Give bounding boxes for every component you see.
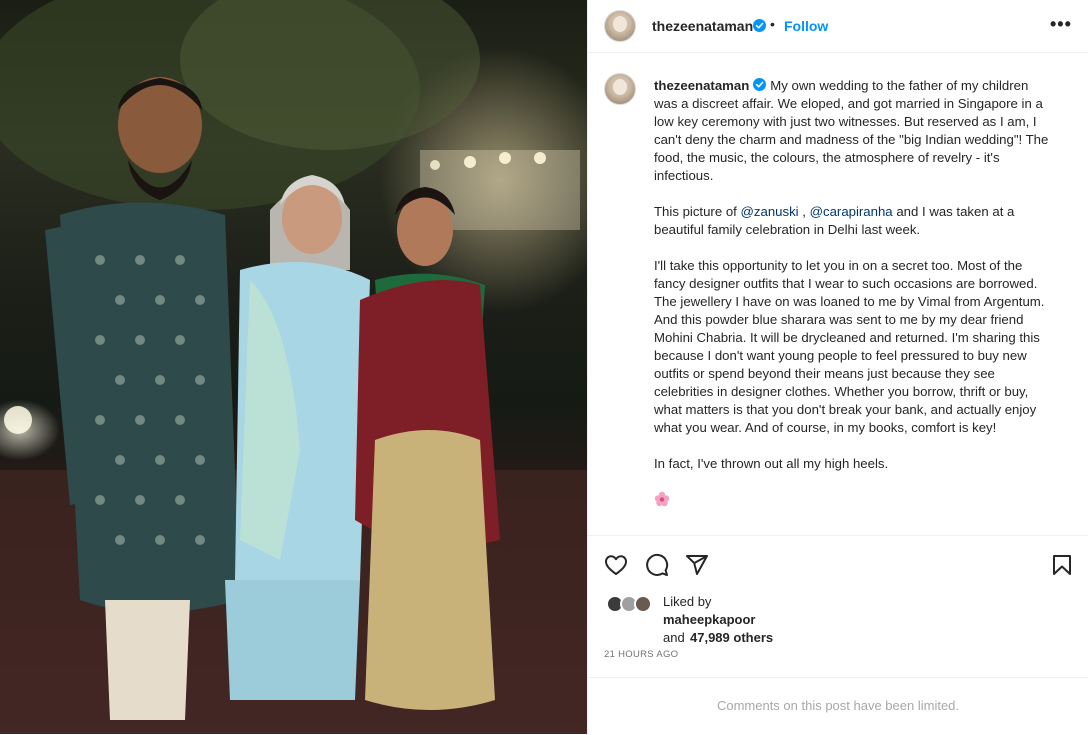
comment-icon[interactable] — [645, 553, 669, 577]
caption-paragraph-1: thezeenataman My own wedding to the fathe… — [654, 77, 1054, 185]
caption-text: This picture of — [654, 204, 741, 219]
header-username[interactable]: thezeenataman — [652, 18, 753, 34]
caption-paragraph-2: This picture of @zanuski , @carapiranha … — [654, 203, 1054, 239]
likes-count[interactable]: 47,989 others — [690, 630, 773, 645]
mention-link[interactable]: @carapiranha — [810, 204, 893, 219]
post-timestamp[interactable]: 21 HOURS AGO — [604, 649, 678, 660]
more-options-icon[interactable]: ••• — [1050, 14, 1072, 35]
action-bar — [588, 535, 1088, 596]
liker-avatars[interactable] — [606, 595, 652, 615]
comments-limited-notice: Comments on this post have been limited. — [716, 698, 960, 713]
liked-by-label: Liked by — [663, 594, 712, 609]
heart-icon[interactable] — [604, 553, 628, 577]
bookmark-icon[interactable] — [1050, 553, 1074, 577]
post-caption: thezeenataman My own wedding to the fathe… — [654, 77, 1054, 512]
likes-section: Liked by maheepkapoor and 47,989 others — [588, 590, 1088, 650]
caption-paragraph-4: In fact, I've thrown out all my high hee… — [654, 456, 889, 471]
header-separator: • — [770, 16, 775, 32]
share-icon[interactable] — [685, 553, 709, 577]
caption-area: thezeenataman My own wedding to the fathe… — [588, 53, 1088, 535]
instagram-post-modal: thezeenataman • Follow ••• thezeenataman… — [0, 0, 1091, 734]
caption-paragraph-3: I'll take this opportunity to let you in… — [654, 258, 1045, 435]
follow-button[interactable]: Follow — [784, 18, 828, 34]
verified-badge-icon — [753, 19, 766, 32]
post-header: thezeenataman • Follow ••• — [588, 0, 1088, 53]
caption-username[interactable]: thezeenataman — [654, 78, 749, 93]
comments-area: Comments on this post have been limited. — [588, 677, 1088, 735]
post-photo — [0, 0, 587, 734]
caption-avatar[interactable] — [604, 73, 636, 105]
avatar — [634, 595, 652, 613]
flower-emoji-icon — [654, 491, 670, 507]
caption-text: My own wedding to the father of my child… — [654, 78, 1049, 183]
post-details-panel: thezeenataman • Follow ••• thezeenataman… — [587, 0, 1088, 734]
post-photo-illustration — [0, 0, 587, 734]
liker-username[interactable]: maheepkapoor — [663, 612, 755, 627]
verified-badge-icon — [753, 78, 767, 91]
avatar[interactable] — [604, 10, 636, 42]
mention-link[interactable]: @zanuski — [741, 204, 799, 219]
caption-text: , — [798, 204, 810, 219]
likes-and-label: and — [663, 630, 685, 645]
